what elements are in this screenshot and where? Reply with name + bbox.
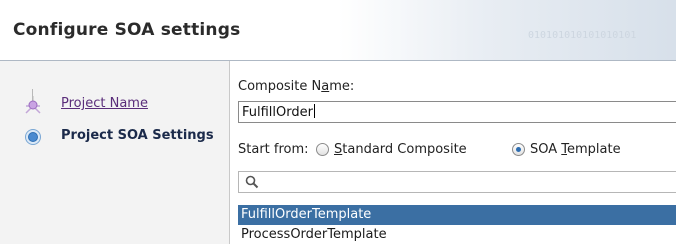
- header-banner: Configure SOA settings 01010101010101010…: [0, 0, 676, 61]
- template-list-item[interactable]: ProcessOrderTemplate: [238, 225, 676, 245]
- wizard-steps-panel: Project Name Project SOA Settings: [0, 61, 230, 244]
- search-icon: [245, 175, 259, 189]
- text-cursor: [313, 104, 315, 118]
- standard-composite-label[interactable]: Standard Composite: [334, 142, 467, 157]
- soa-template-radio[interactable]: [512, 143, 525, 156]
- step-label: Project Name: [61, 96, 148, 111]
- completed-step-icon: [25, 96, 41, 114]
- current-step-icon: [25, 129, 41, 145]
- template-search-input[interactable]: [238, 171, 676, 193]
- standard-composite-radio[interactable]: [316, 143, 329, 156]
- composite-name-input[interactable]: FulfillOrder: [238, 101, 676, 123]
- composite-name-label: Composite Name:: [238, 79, 355, 94]
- header-decoration: 010101010101010101: [528, 30, 637, 41]
- step-label: Project SOA Settings: [61, 128, 214, 143]
- page-title: Configure SOA settings: [13, 20, 241, 40]
- start-from-label: Start from:: [238, 142, 309, 157]
- step-project-name[interactable]: Project Name: [0, 94, 229, 116]
- template-list-item[interactable]: FulfillOrderTemplate: [238, 205, 676, 225]
- step-project-soa-settings[interactable]: Project SOA Settings: [0, 126, 229, 148]
- template-list: FulfillOrderTemplate ProcessOrderTemplat…: [238, 205, 676, 245]
- settings-form: Composite Name: FulfillOrder Start from:…: [230, 61, 676, 244]
- soa-template-label[interactable]: SOA Template: [530, 142, 621, 157]
